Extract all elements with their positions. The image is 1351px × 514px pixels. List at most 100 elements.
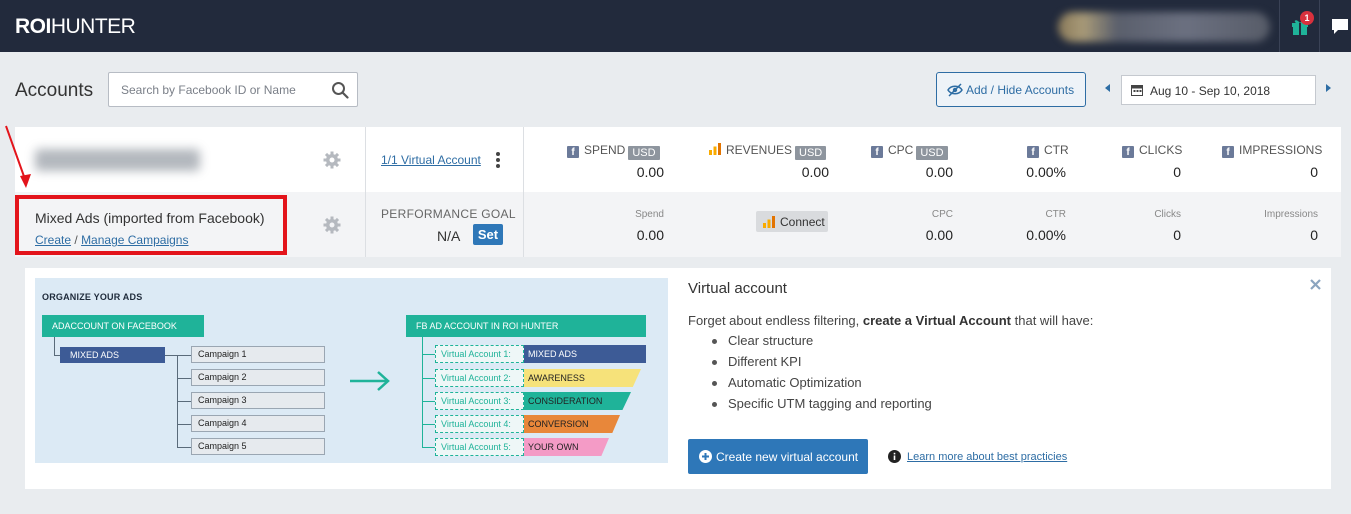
learn-more-link[interactable]: Learn more about best practicies: [907, 451, 1067, 463]
virtual-account-link[interactable]: 1/1 Virtual Account: [381, 153, 481, 167]
column-divider: [365, 127, 366, 257]
virtual-account-item: Virtual Account 2: AWARENESS: [435, 369, 641, 387]
virtual-account-tag: AWARENESS: [524, 369, 641, 387]
arrow-right-icon: [350, 371, 390, 391]
create-virtual-account-label: Create new virtual account: [716, 450, 859, 464]
virtual-account-item: Virtual Account 1: MIXED ADS: [435, 345, 646, 363]
page-title: Accounts: [15, 80, 94, 101]
metric-value-cpc: 0.00: [925, 164, 953, 180]
metric-header-impressions: f IMPRESSIONS: [1222, 143, 1322, 158]
currency-badge: USD: [916, 146, 948, 160]
roihunter-logo[interactable]: ROIHUNTER: [15, 15, 136, 39]
metric-label-ctr: CTR: [1045, 209, 1066, 220]
mixed-ads-highlight: Mixed Ads (imported from Facebook) Creat…: [15, 195, 287, 255]
next-period-icon[interactable]: [1326, 84, 1331, 92]
metric-header-spend: f SPEND USD: [567, 143, 660, 160]
account-row: 1/1 Virtual Account f SPEND USD 0.00 REVEN…: [15, 127, 1341, 192]
mixed-ads-box: MIXED ADS: [60, 347, 165, 363]
search-icon[interactable]: [331, 81, 349, 99]
top-navbar: ROIHUNTER 1: [0, 0, 1351, 52]
notification-badge: 1: [1300, 11, 1314, 25]
metric-label-clicks: Clicks: [1154, 209, 1181, 220]
virtual-account-tag: CONVERSION: [524, 415, 620, 433]
performance-goal-value: N/A: [437, 228, 461, 244]
previous-period-icon[interactable]: [1105, 84, 1110, 92]
link-separator: /: [74, 233, 78, 247]
mixed-ads-name: Mixed Ads (imported from Facebook): [35, 210, 265, 226]
nav-divider: [1319, 0, 1320, 52]
campaign-box: Campaign 1: [191, 346, 325, 363]
eye-slash-icon: [947, 83, 963, 97]
metric-header-ctr: f CTR: [1027, 143, 1069, 158]
metric-label-cpc: CPC: [931, 209, 953, 220]
chat-icon[interactable]: [1330, 17, 1350, 35]
currency-badge: USD: [795, 146, 827, 160]
calendar-icon: [1131, 85, 1143, 96]
set-goal-button[interactable]: Set: [473, 224, 503, 245]
virtual-account-item: Virtual Account 4: CONVERSION: [435, 415, 620, 433]
metric-label-impressions: Impressions: [1264, 209, 1318, 220]
create-link[interactable]: Create: [35, 233, 71, 247]
metric-value-impressions: 0: [1310, 164, 1318, 180]
performance-goal-label: PERFORMANCE GOAL: [381, 207, 516, 221]
campaign-box: Campaign 4: [191, 415, 325, 432]
list-item: Clear structure: [712, 332, 932, 353]
metric-header-clicks: f CLICKS: [1122, 143, 1182, 158]
account-name-blurred: [35, 149, 200, 171]
roi-adaccount-box: FB AD ACCOUNT IN ROI HUNTER: [406, 315, 646, 337]
metric-value-ctr: 0.00%: [1026, 227, 1066, 243]
metric-value-clicks: 0: [1173, 227, 1181, 243]
metric-header-revenues: REVENUES USD: [709, 143, 827, 160]
facebook-icon: f: [1027, 146, 1039, 158]
gear-icon[interactable]: [323, 216, 341, 234]
search-box: [108, 72, 358, 107]
connect-label: Connect: [780, 215, 825, 229]
user-menu-blurred[interactable]: [1058, 12, 1270, 42]
virtual-account-item: Virtual Account 5: YOUR OWN: [435, 438, 609, 456]
close-icon[interactable]: [1309, 278, 1322, 291]
illustration-title: ORGANIZE YOUR ADS: [42, 292, 143, 302]
list-item: Different KPI: [712, 353, 932, 374]
organize-ads-illustration: ORGANIZE YOUR ADS ADACCOUNT ON FACEBOOK …: [35, 278, 668, 463]
search-input[interactable]: [109, 73, 324, 106]
more-options-icon[interactable]: [496, 152, 500, 168]
currency-badge: USD: [628, 146, 660, 160]
virtual-account-item: Virtual Account 3: CONSIDERATION: [435, 392, 631, 410]
date-range-picker[interactable]: Aug 10 - Sep 10, 2018: [1121, 75, 1316, 105]
metric-value-ctr: 0.00%: [1026, 164, 1066, 180]
plus-circle-icon: [699, 450, 712, 463]
metric-value-impressions: 0: [1310, 227, 1318, 243]
analytics-icon: [709, 143, 721, 155]
metric-header-cpc: f CPC USD: [871, 143, 948, 160]
facebook-icon: f: [1222, 146, 1234, 158]
metric-value-clicks: 0: [1173, 164, 1181, 180]
date-range-text: Aug 10 - Sep 10, 2018: [1150, 84, 1271, 98]
metric-value-revenues: 0.00: [801, 164, 829, 180]
campaign-box: Campaign 3: [191, 392, 325, 409]
create-virtual-account-button[interactable]: Create new virtual account: [688, 439, 868, 474]
add-hide-label: Add / Hide Accounts: [966, 83, 1075, 97]
campaign-box: Campaign 5: [191, 438, 325, 455]
gear-icon[interactable]: [323, 151, 341, 169]
manage-campaigns-link[interactable]: Manage Campaigns: [81, 233, 188, 247]
metric-value-spend: 0.00: [636, 227, 664, 243]
metric-label-spend: Spend: [635, 209, 664, 220]
campaign-box: Campaign 2: [191, 369, 325, 386]
facebook-icon: f: [871, 146, 883, 158]
annotation-arrow-icon: [5, 125, 31, 188]
virtual-account-tag: MIXED ADS: [524, 345, 646, 363]
list-item: Automatic Optimization: [712, 374, 932, 395]
virtual-account-title: Virtual account: [688, 280, 787, 297]
virtual-account-benefits: Clear structure Different KPI Automatic …: [712, 332, 932, 416]
virtual-account-description: Forget about endless filtering, create a…: [688, 313, 1094, 328]
connect-analytics-button[interactable]: Connect: [756, 211, 828, 232]
mixed-ads-links: Create / Manage Campaigns: [35, 233, 188, 247]
nav-divider: [1279, 0, 1280, 52]
metric-value-spend: 0.00: [636, 164, 664, 180]
virtual-account-tag: YOUR OWN: [524, 438, 609, 456]
info-icon: [888, 450, 901, 463]
add-hide-accounts-button[interactable]: Add / Hide Accounts: [936, 72, 1086, 107]
analytics-icon: [763, 216, 775, 228]
accounts-table: 1/1 Virtual Account f SPEND USD 0.00 REVEN…: [15, 127, 1341, 257]
virtual-account-tag: CONSIDERATION: [524, 392, 631, 410]
